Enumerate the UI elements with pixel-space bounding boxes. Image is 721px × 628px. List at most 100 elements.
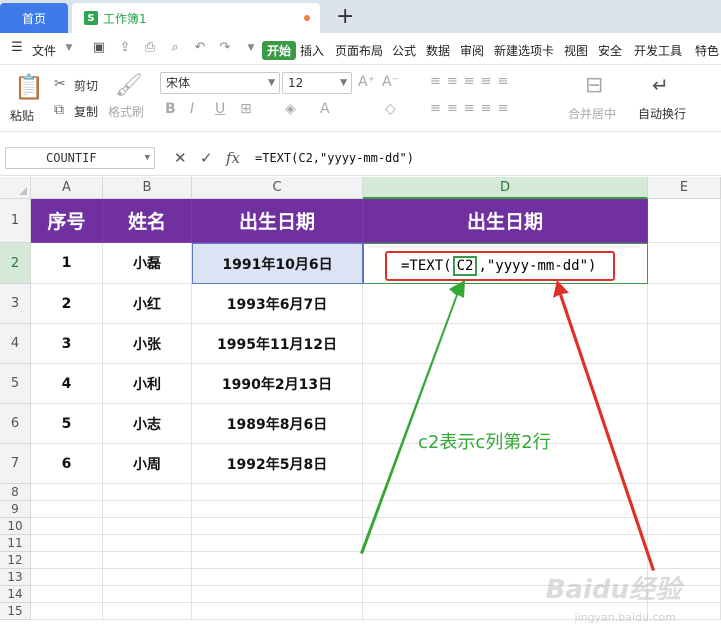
cell-empty[interactable] — [363, 364, 648, 404]
wrap-text-icon[interactable]: ↵ — [652, 73, 669, 97]
cell-empty[interactable] — [648, 364, 721, 404]
cell-empty[interactable] — [31, 603, 103, 620]
cell-empty[interactable] — [31, 535, 103, 552]
quick-access-chevron-icon[interactable]: ▼ — [244, 41, 258, 55]
cell-empty[interactable] — [103, 552, 192, 569]
cell-empty[interactable] — [363, 518, 648, 535]
tab-workbook[interactable]: S 工作簿1 — [72, 3, 320, 33]
menu-view[interactable]: 视图 — [564, 42, 588, 59]
row-header[interactable]: 14 — [0, 586, 31, 603]
cell-empty[interactable] — [103, 586, 192, 603]
row-header[interactable]: 1 — [0, 199, 31, 243]
cell-date[interactable]: 1990年2月13日 — [192, 364, 363, 404]
row-header[interactable]: 15 — [0, 603, 31, 620]
fx-icon[interactable]: fx — [226, 149, 240, 167]
cell-empty[interactable] — [648, 284, 721, 324]
cell-name[interactable]: 小张 — [103, 324, 192, 364]
cell-name[interactable]: 小志 — [103, 404, 192, 444]
merge-center-button[interactable]: 合并居中 — [568, 105, 616, 122]
bold-icon[interactable]: B — [165, 101, 176, 117]
menu-special[interactable]: 特色 — [695, 42, 719, 59]
cell-empty[interactable] — [648, 518, 721, 535]
row-header[interactable]: 5 — [0, 364, 31, 404]
cell-date[interactable]: 1995年11月12日 — [192, 324, 363, 364]
cell-empty[interactable] — [192, 552, 363, 569]
cell-empty[interactable] — [192, 586, 363, 603]
cell-empty[interactable] — [192, 484, 363, 501]
cell-empty[interactable] — [648, 552, 721, 569]
tab-home[interactable]: 首页 — [0, 3, 68, 33]
underline-icon[interactable]: U — [215, 101, 225, 117]
cell-empty[interactable] — [31, 501, 103, 518]
header-cell-number[interactable]: 序号 — [31, 199, 103, 243]
formula-input[interactable]: =TEXT(C2,"yyyy-mm-dd") — [255, 147, 715, 169]
cell-empty[interactable] — [648, 501, 721, 518]
menu-security[interactable]: 安全 — [598, 42, 622, 59]
export-icon[interactable]: ⇪ — [118, 41, 132, 55]
align-horizontal-icons[interactable]: ≡≡≡≡≡ — [430, 101, 514, 116]
cancel-icon[interactable]: ✕ — [174, 149, 187, 167]
cell-empty[interactable] — [363, 535, 648, 552]
cell-number[interactable]: 5 — [31, 404, 103, 444]
row-header[interactable]: 10 — [0, 518, 31, 535]
header-cell-birthdate[interactable]: 出生日期 — [192, 199, 363, 243]
cell-empty[interactable] — [103, 518, 192, 535]
paste-icon[interactable]: 📋 — [14, 73, 44, 101]
row-header[interactable]: 6 — [0, 404, 31, 444]
cell-number[interactable]: 3 — [31, 324, 103, 364]
fill-color-icon[interactable]: ◈ — [285, 101, 296, 117]
cell-empty[interactable] — [192, 569, 363, 586]
menu-page-layout[interactable]: 页面布局 — [335, 42, 383, 59]
cut-button[interactable]: 剪切 — [74, 77, 98, 94]
cell-empty[interactable] — [363, 284, 648, 324]
format-painter-icon[interactable]: 🖌 — [115, 73, 143, 98]
cell-empty[interactable] — [192, 603, 363, 620]
cell-name[interactable]: 小利 — [103, 364, 192, 404]
cell-empty[interactable] — [103, 535, 192, 552]
row-header[interactable]: 2 — [0, 243, 31, 284]
cell-empty[interactable] — [648, 444, 721, 484]
header-cell-birthdate-formatted[interactable]: 出生日期 — [363, 199, 648, 243]
cell-empty[interactable] — [31, 484, 103, 501]
print-preview-icon[interactable]: ⌕ — [168, 41, 182, 55]
cell-name[interactable]: 小红 — [103, 284, 192, 324]
shrink-font-icon[interactable]: A⁻ — [382, 74, 399, 90]
cell-empty[interactable] — [648, 324, 721, 364]
menu-review[interactable]: 审阅 — [460, 42, 484, 59]
copy-icon[interactable]: ⧉ — [54, 102, 64, 118]
wrap-text-button[interactable]: 自动换行 — [638, 105, 686, 122]
cell-number[interactable]: 6 — [31, 444, 103, 484]
cell-empty[interactable] — [363, 324, 648, 364]
cell-empty[interactable] — [103, 569, 192, 586]
row-header[interactable]: 11 — [0, 535, 31, 552]
copy-button[interactable]: 复制 — [74, 103, 98, 120]
paste-button[interactable]: 粘贴 — [10, 107, 34, 124]
hamburger-icon[interactable]: ☰ — [10, 41, 24, 55]
cell-e1[interactable] — [648, 199, 721, 243]
cell-empty[interactable] — [103, 484, 192, 501]
cell-empty[interactable] — [31, 586, 103, 603]
font-color-icon[interactable]: A — [320, 101, 330, 117]
undo-icon[interactable]: ↶ — [193, 41, 207, 55]
cell-number[interactable]: 2 — [31, 284, 103, 324]
menu-file[interactable]: 文件 — [32, 42, 56, 59]
row-header[interactable]: 3 — [0, 284, 31, 324]
chevron-down-icon[interactable]: ▼ — [62, 41, 76, 55]
border-icon[interactable]: ⊞ — [240, 101, 252, 117]
scissors-icon[interactable]: ✂ — [54, 76, 66, 92]
row-header[interactable]: 4 — [0, 324, 31, 364]
column-header-e[interactable]: E — [648, 177, 721, 199]
cell-empty[interactable] — [648, 535, 721, 552]
row-header[interactable]: 13 — [0, 569, 31, 586]
column-header-c[interactable]: C — [192, 177, 363, 199]
merge-center-icon[interactable]: ⊟ — [585, 73, 603, 98]
cell-empty[interactable] — [648, 404, 721, 444]
select-all-corner[interactable] — [0, 177, 31, 199]
cell-empty[interactable] — [31, 518, 103, 535]
cell-empty[interactable] — [648, 484, 721, 501]
new-tab-button[interactable]: + — [336, 3, 354, 31]
column-header-a[interactable]: A — [31, 177, 103, 199]
cell-name[interactable]: 小周 — [103, 444, 192, 484]
cell-c2-referenced[interactable]: 1991年10月6日 — [192, 243, 363, 284]
cell-number[interactable]: 1 — [31, 243, 103, 284]
